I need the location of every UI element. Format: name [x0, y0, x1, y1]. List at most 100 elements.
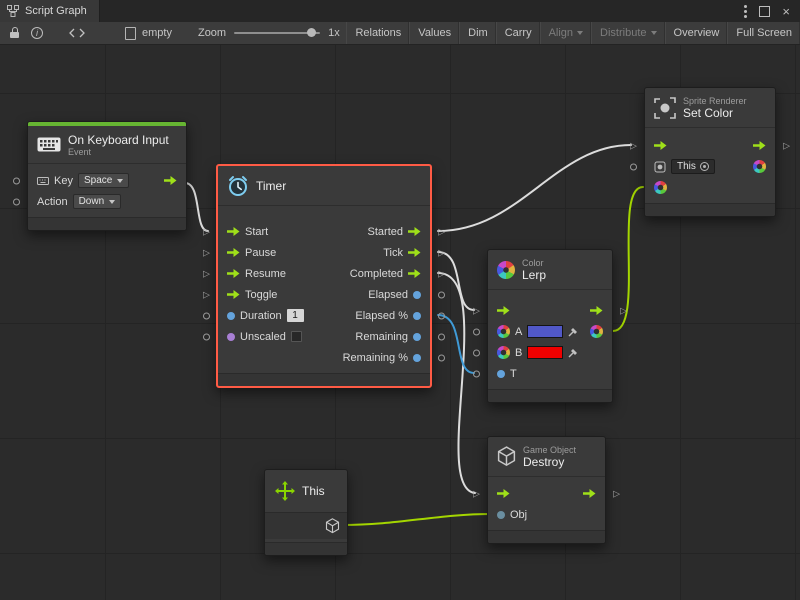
zoom-slider-handle[interactable]: [307, 28, 316, 37]
maximize-icon[interactable]: [759, 6, 770, 17]
window-menu-icon[interactable]: [744, 5, 747, 18]
node-footer: [645, 203, 775, 216]
lock-icon[interactable]: [10, 28, 19, 38]
carry-button[interactable]: Carry: [496, 22, 540, 44]
flow-in-port[interactable]: ▷: [473, 306, 480, 315]
toggle-port[interactable]: ▷: [203, 290, 210, 299]
float-port-icon[interactable]: [497, 370, 505, 378]
target-port[interactable]: [630, 163, 637, 170]
flow-in-port[interactable]: ▷: [473, 489, 480, 498]
started-port[interactable]: ▷: [438, 227, 445, 236]
flow-output-arrow-icon[interactable]: [164, 176, 177, 185]
empty-doc-icon: [125, 27, 136, 40]
node-footer: [488, 389, 612, 402]
flow-arrow-icon[interactable]: [590, 306, 603, 315]
flow-arrow-icon[interactable]: [753, 141, 766, 150]
color-port-icon[interactable]: [497, 325, 510, 338]
flow-out-port[interactable]: ▷: [620, 306, 627, 315]
flow-arrow-icon[interactable]: [227, 227, 240, 236]
start-port[interactable]: ▷: [203, 227, 210, 236]
flow-arrow-icon[interactable]: [227, 290, 240, 299]
a-port[interactable]: [473, 328, 480, 335]
object-port-icon[interactable]: [497, 511, 505, 519]
close-icon[interactable]: ×: [782, 5, 790, 18]
eyedropper-icon[interactable]: [568, 348, 578, 358]
tab-script-graph[interactable]: Script Graph: [0, 0, 100, 22]
on-keyboard-input-node[interactable]: On Keyboard Input Event Key Space Action…: [27, 121, 187, 231]
unscaled-label: Unscaled: [240, 331, 286, 343]
code-icon[interactable]: [69, 28, 85, 38]
node-category: Color: [522, 258, 546, 268]
dim-button[interactable]: Dim: [459, 22, 496, 44]
action-input-port[interactable]: [13, 198, 20, 205]
flow-arrow-icon[interactable]: [227, 269, 240, 278]
duration-port[interactable]: [203, 312, 210, 319]
fullscreen-button[interactable]: Full Screen: [727, 22, 800, 44]
destroy-node[interactable]: Game Object Destroy ▷ ▷ Obj: [487, 436, 606, 544]
remaining-pct-port[interactable]: [438, 354, 445, 361]
color-port-icon[interactable]: [753, 160, 766, 173]
chevron-down-icon: [117, 179, 123, 183]
target-object-field[interactable]: This: [671, 159, 715, 174]
b-port[interactable]: [473, 349, 480, 356]
this-output-strip: [265, 512, 347, 539]
script-graph-icon: [7, 5, 19, 17]
flow-out-port[interactable]: ▷: [613, 489, 620, 498]
tick-port[interactable]: ▷: [438, 248, 445, 257]
t-port[interactable]: [473, 370, 480, 377]
color-input-port-icon[interactable]: [654, 181, 667, 194]
duration-value-field[interactable]: 1: [287, 309, 304, 322]
gameobject-cube-port-icon[interactable]: [325, 518, 340, 534]
pause-port[interactable]: ▷: [203, 248, 210, 257]
float-port-icon[interactable]: [413, 333, 421, 341]
zoom-slider[interactable]: [234, 32, 320, 34]
eyedropper-icon[interactable]: [568, 327, 578, 337]
this-node[interactable]: This: [264, 469, 348, 556]
setcolor-color-row: [645, 177, 775, 198]
flow-arrow-icon[interactable]: [408, 248, 421, 257]
remaining-pct-label: Remaining %: [343, 352, 408, 364]
key-input-port[interactable]: [13, 177, 20, 184]
remaining-port[interactable]: [438, 333, 445, 340]
key-icon: [37, 177, 49, 185]
a-color-swatch[interactable]: [527, 325, 563, 338]
flow-arrow-icon[interactable]: [583, 489, 596, 498]
flow-arrow-icon[interactable]: [408, 269, 421, 278]
float-port-icon[interactable]: [413, 312, 421, 320]
flow-out-port[interactable]: ▷: [783, 141, 790, 150]
bool-port-icon[interactable]: [227, 333, 235, 341]
key-dropdown[interactable]: Space: [78, 173, 129, 188]
flow-arrow-icon[interactable]: [227, 248, 240, 257]
values-button[interactable]: Values: [409, 22, 459, 44]
elapsed-port[interactable]: [438, 291, 445, 298]
relations-button[interactable]: Relations: [346, 22, 409, 44]
flow-in-port[interactable]: ▷: [630, 141, 637, 150]
align-button[interactable]: Align: [540, 22, 591, 44]
unscaled-port[interactable]: [203, 333, 210, 340]
action-dropdown[interactable]: Down: [73, 194, 122, 209]
key-row: Key Space: [28, 170, 186, 191]
distribute-button[interactable]: Distribute: [591, 22, 664, 44]
timer-node[interactable]: Timer ▷ Start Started ▷ ▷ Pause Tick ▷ ▷…: [216, 164, 432, 388]
elapsed-pct-port[interactable]: [438, 312, 445, 319]
color-output-port-icon[interactable]: [590, 325, 603, 338]
node-title: Destroy: [523, 455, 576, 469]
flow-arrow-icon[interactable]: [408, 227, 421, 236]
flow-arrow-icon[interactable]: [497, 489, 510, 498]
flow-arrow-icon[interactable]: [654, 141, 667, 150]
color-lerp-node[interactable]: Color Lerp ▷ ▷ A B: [487, 249, 613, 403]
set-color-node[interactable]: Sprite Renderer Set Color ▷ ▷ This: [644, 87, 776, 217]
float-port-icon[interactable]: [227, 312, 235, 320]
unscaled-checkbox[interactable]: [291, 331, 302, 342]
float-port-icon[interactable]: [413, 291, 421, 299]
info-icon[interactable]: [31, 27, 43, 39]
flow-arrow-icon[interactable]: [497, 306, 510, 315]
color-port-icon[interactable]: [497, 346, 510, 359]
resume-port[interactable]: ▷: [203, 269, 210, 278]
overview-button[interactable]: Overview: [665, 22, 728, 44]
object-picker-icon[interactable]: [700, 162, 709, 171]
b-color-swatch[interactable]: [527, 346, 563, 359]
tick-label: Tick: [383, 247, 403, 259]
float-port-icon[interactable]: [413, 354, 421, 362]
completed-port[interactable]: ▷: [438, 269, 445, 278]
